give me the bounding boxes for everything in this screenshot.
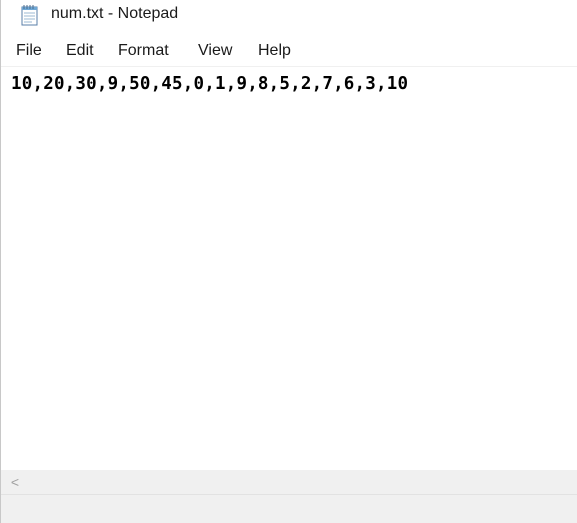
status-bar <box>1 494 577 523</box>
title-bar: num.txt - Notepad <box>1 0 577 32</box>
menu-edit[interactable]: Edit <box>66 42 94 60</box>
editor-content[interactable]: 10,20,30,9,50,45,0,1,9,8,5,2,7,6,3,10 <box>11 74 408 94</box>
notepad-icon <box>18 4 42 26</box>
notepad-window: num.txt - Notepad File Edit Format View … <box>0 0 577 523</box>
menu-bar: File Edit Format View Help <box>1 38 577 66</box>
menu-file[interactable]: File <box>16 42 42 60</box>
text-editor-area[interactable]: 10,20,30,9,50,45,0,1,9,8,5,2,7,6,3,10 <box>1 66 577 470</box>
menu-view[interactable]: View <box>198 42 232 60</box>
horizontal-scrollbar[interactable]: < <box>1 470 577 494</box>
chevron-left-icon[interactable]: < <box>7 473 23 491</box>
menu-format[interactable]: Format <box>118 42 169 60</box>
menu-help[interactable]: Help <box>258 42 291 60</box>
window-title: num.txt - Notepad <box>51 5 179 22</box>
